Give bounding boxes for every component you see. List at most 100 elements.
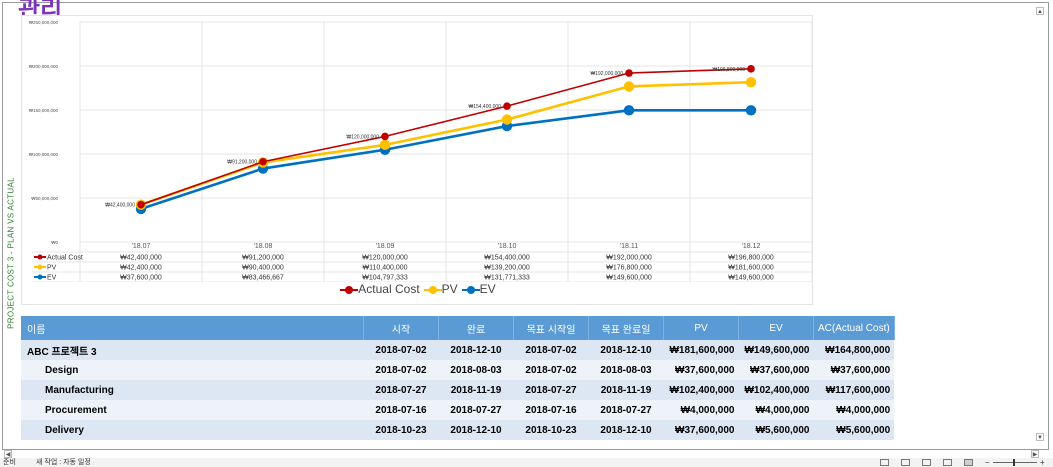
- data-table-key-marker: [37, 274, 43, 280]
- normal-view-icon[interactable]: [880, 459, 889, 466]
- column-header[interactable]: AC(Actual Cost): [813, 316, 895, 340]
- table-cell: 2018-07-16: [363, 400, 439, 420]
- status-ready: 준비: [3, 459, 16, 466]
- page-break-view-icon[interactable]: [921, 459, 931, 466]
- y-tick-label: ₩150,000,000: [29, 108, 59, 113]
- table-cell: ₩4,000,000: [738, 400, 814, 420]
- data-point: [623, 105, 635, 116]
- table-cell: 2018-07-02: [513, 360, 589, 380]
- data-table-value: ₩120,000,000: [362, 255, 408, 262]
- status-bar: 준비 새 작업 : 자동 일정 − +: [0, 458, 1053, 467]
- data-table-series-name: PV: [47, 265, 57, 272]
- table-row[interactable]: Procurement 2018-07-16 2018-07-27 2018-07-1…: [21, 400, 895, 420]
- data-point: [379, 139, 391, 151]
- x-tick-label: '18.08: [254, 243, 273, 250]
- table-cell: ₩181,600,000: [663, 340, 739, 360]
- data-table-series-name: EV: [47, 275, 57, 282]
- data-label: ₩196,800,000: [712, 67, 745, 73]
- legend-label: EV: [479, 282, 496, 296]
- table-cell: 2018-08-03: [588, 360, 664, 380]
- data-table-value: ₩149,600,000: [728, 275, 774, 282]
- data-point: [745, 76, 757, 88]
- data-table-value: ₩154,400,000: [484, 255, 530, 262]
- table-cell: 2018-07-27: [513, 380, 589, 400]
- data-table-value: ₩42,400,000: [120, 255, 162, 262]
- data-table-value: ₩42,400,000: [120, 265, 162, 272]
- status-new-task-mode[interactable]: 새 작업 : 자동 일정: [36, 458, 91, 467]
- x-tick-label: '18.12: [742, 243, 761, 250]
- scroll-right-button[interactable]: ▶: [1031, 450, 1039, 458]
- table-cell: 2018-07-27: [588, 400, 664, 420]
- table-cell: ₩102,400,000: [738, 380, 814, 400]
- data-label: ₩154,400,000: [468, 104, 501, 110]
- data-table-value: ₩181,600,000: [728, 265, 774, 272]
- column-header[interactable]: 이름: [21, 316, 364, 340]
- table-row[interactable]: Manufacturing 2018-07-27 2018-11-19 2018-07…: [21, 380, 895, 400]
- worksheet-area[interactable]: 관리 PROJECT COST 3 - PLAN VS ACTUAL ₩0 ₩50…: [2, 0, 1049, 450]
- zoom-slider[interactable]: − +: [985, 458, 1049, 467]
- zoom-in-button[interactable]: +: [1040, 458, 1045, 467]
- legend-item: Actual Cost: [340, 282, 420, 296]
- data-table-value: ₩176,800,000: [606, 265, 652, 272]
- x-tick-label: '18.07: [132, 243, 151, 250]
- report-view-icon[interactable]: [963, 459, 973, 466]
- data-table-value: ₩90,400,000: [242, 265, 284, 272]
- table-cell: ₩4,000,000: [813, 400, 895, 420]
- data-point: [503, 102, 511, 110]
- column-header[interactable]: 목표 시작일: [513, 316, 589, 340]
- legend-item: PV: [423, 282, 458, 296]
- data-label: ₩91,200,000: [227, 160, 257, 166]
- legend-item: EV: [461, 282, 496, 296]
- y-tick-label: ₩100,000,000: [29, 152, 59, 157]
- y-tick-label: ₩0: [51, 240, 58, 245]
- scroll-left-button[interactable]: ◀: [4, 450, 12, 458]
- table-cell: 2018-08-03: [438, 360, 514, 380]
- data-point: [623, 81, 635, 92]
- page-layout-view-icon[interactable]: [900, 459, 910, 466]
- x-tick-label: '18.11: [620, 243, 638, 250]
- data-label: ₩192,000,000: [590, 71, 623, 77]
- data-table-series-name: Actual Cost: [47, 255, 83, 262]
- data-table-value: ₩149,600,000: [606, 275, 652, 282]
- table-cell: 2018-10-23: [363, 420, 439, 440]
- table-cell: ₩4,000,000: [663, 400, 739, 420]
- horizontal-scrollbar[interactable]: ◀ ▶: [4, 450, 1049, 458]
- zoom-out-button[interactable]: −: [985, 458, 990, 467]
- table-row[interactable]: Design 2018-07-02 2018-08-03 2018-07-02 2018…: [21, 360, 895, 380]
- scroll-up-button[interactable]: ▲: [1036, 7, 1044, 15]
- table-cell: ₩117,600,000: [813, 380, 895, 400]
- side-label-text: PROJECT COST 3 - PLAN VS ACTUAL: [6, 177, 16, 329]
- column-header[interactable]: 완료: [438, 316, 514, 340]
- cost-chart[interactable]: ₩0 ₩50,000,000 ₩100,000,000 ₩150,000,000 ₩20…: [21, 15, 813, 305]
- zoom-track[interactable]: [993, 462, 1037, 463]
- data-table-value: ₩37,600,000: [120, 275, 162, 282]
- zoom-thumb[interactable]: [1013, 459, 1015, 466]
- column-header[interactable]: 목표 완료일: [588, 316, 664, 340]
- table-row[interactable]: Delivery 2018-10-23 2018-12-10 2018-10-23 20…: [21, 420, 895, 440]
- view-switcher: [880, 458, 983, 466]
- table-cell: 2018-10-23: [513, 420, 589, 440]
- y-tick-label: ₩200,000,000: [29, 64, 59, 69]
- legend-swatch: [423, 285, 442, 294]
- table-cell: ₩102,400,000: [663, 380, 739, 400]
- table-cell: 2018-07-02: [363, 360, 439, 380]
- table-cell: ₩37,600,000: [663, 360, 739, 380]
- table-header-row: 이름 시작 완료 목표 시작일 목표 완료일 PV EV AC(Actual Cost): [21, 316, 895, 340]
- column-header[interactable]: PV: [663, 316, 739, 340]
- column-header[interactable]: EV: [738, 316, 814, 340]
- column-header[interactable]: 시작: [363, 316, 439, 340]
- y-tick-label: ₩50,000,000: [31, 196, 58, 201]
- chart-svg: ₩0 ₩50,000,000 ₩100,000,000 ₩150,000,000 ₩20…: [29, 20, 813, 282]
- table-cell: ₩37,600,000: [738, 360, 814, 380]
- x-tick-label: '18.09: [376, 243, 395, 250]
- table-row[interactable]: ABC 프로젝트 3 2018-07-02 2018-12-10 2018-07-02…: [21, 340, 895, 360]
- task-name-cell: Manufacturing: [21, 380, 364, 400]
- legend-label: PV: [441, 282, 458, 296]
- data-point: [501, 114, 513, 125]
- table-cell: ₩5,600,000: [738, 420, 814, 440]
- scroll-down-button[interactable]: ▼: [1036, 433, 1044, 441]
- grid-view-icon[interactable]: [942, 459, 952, 466]
- data-table-value: ₩139,200,000: [484, 265, 530, 272]
- data-point: [747, 65, 755, 73]
- data-table-key-marker: [37, 264, 43, 270]
